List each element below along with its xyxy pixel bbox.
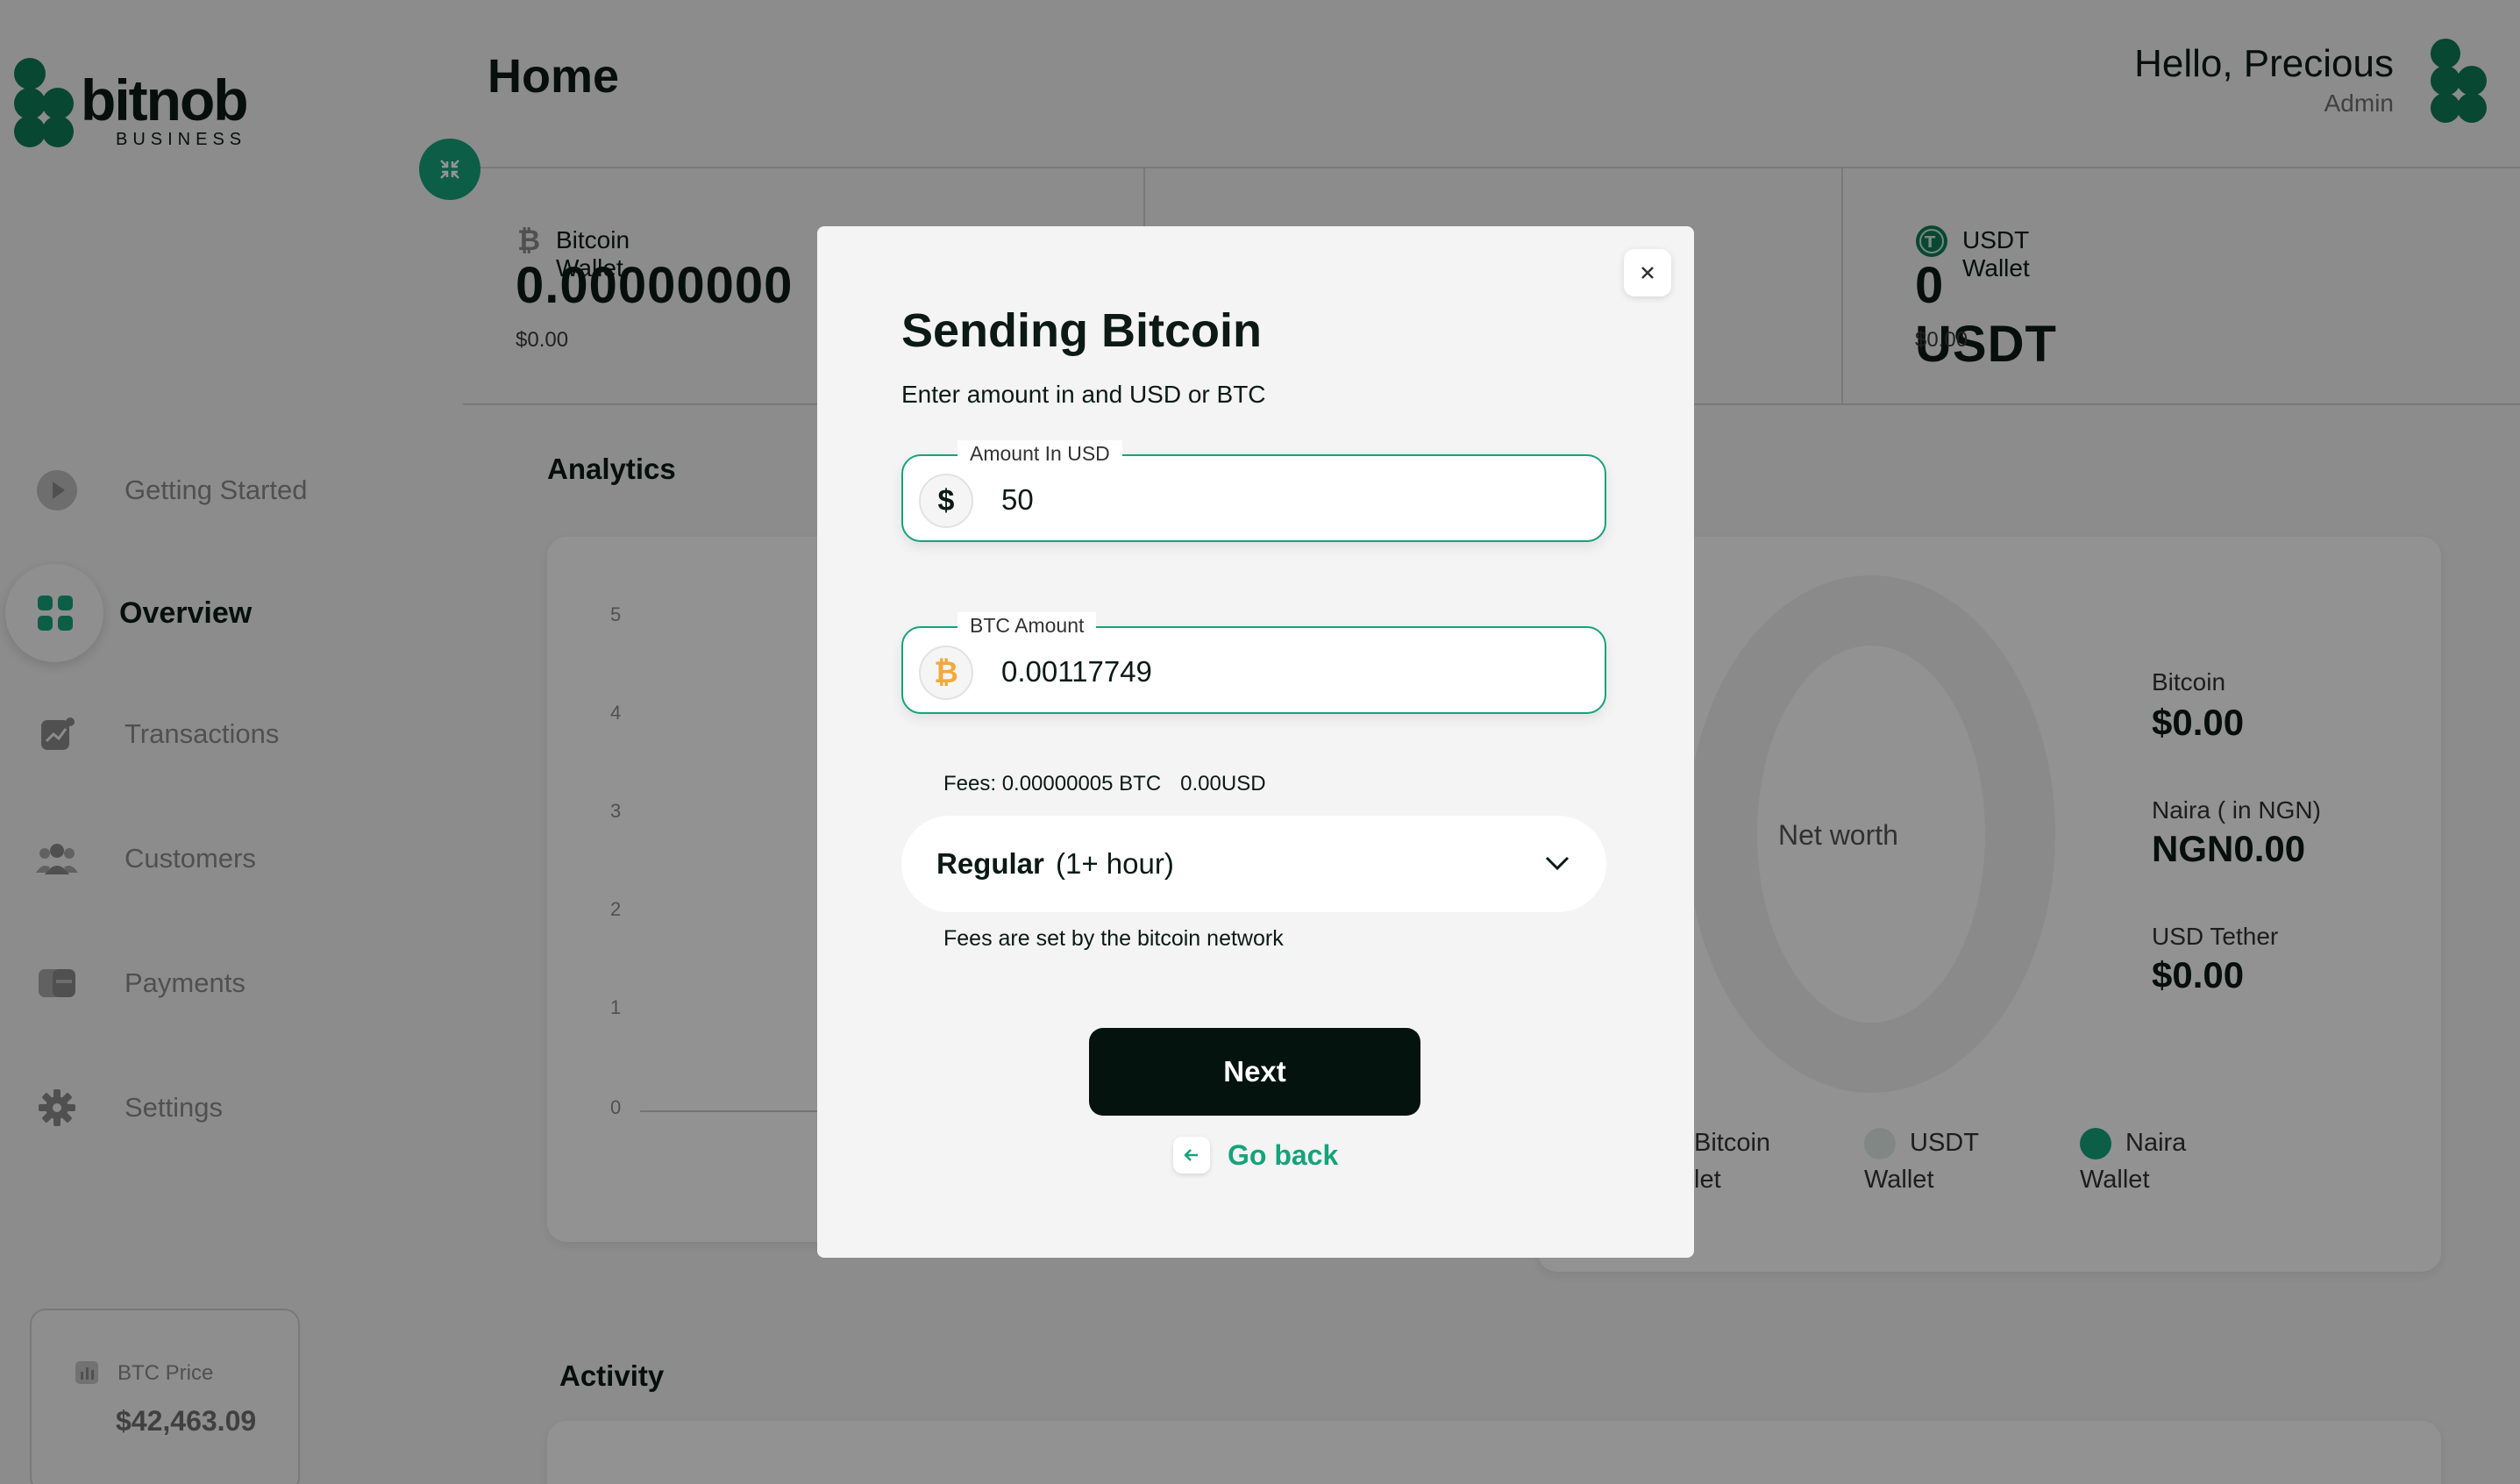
fees-line: Fees: 0.00000005 BTC 0.00USD (943, 772, 1285, 796)
close-icon (1641, 267, 1654, 279)
close-button[interactable] (1624, 249, 1671, 296)
field-legend: Amount In USD (957, 440, 1122, 467)
modal-title: Sending Bitcoin (901, 304, 1262, 357)
next-button[interactable]: Next (1089, 1028, 1420, 1116)
btc-amount-field[interactable]: BTC Amount ₿ (901, 612, 1606, 714)
send-bitcoin-modal: Sending Bitcoin Enter amount in and USD … (817, 226, 1694, 1258)
go-back-label: Go back (1228, 1138, 1339, 1171)
usd-amount-input[interactable] (1001, 477, 1580, 523)
bitcoin-icon: ₿ (919, 646, 973, 700)
speed-eta: (1+ hour) (1056, 847, 1174, 880)
field-legend: BTC Amount (957, 612, 1097, 639)
dollar-icon: $ (919, 474, 973, 528)
speed-label: Regular (936, 847, 1044, 880)
go-back-link[interactable]: Go back (1173, 1133, 1338, 1177)
fee-speed-select[interactable]: Regular (1+ hour) (901, 816, 1606, 912)
btc-amount-input[interactable] (1001, 649, 1580, 695)
usd-amount-field[interactable]: Amount In USD $ (901, 440, 1606, 542)
fees-note: Fees are set by the bitcoin network (943, 926, 1284, 951)
arrow-left-icon (1173, 1137, 1210, 1174)
modal-subtitle: Enter amount in and USD or BTC (901, 381, 1266, 408)
fees-btc: Fees: 0.00000005 BTC (943, 772, 1162, 796)
fees-usd: 0.00USD (1180, 772, 1266, 796)
chevron-down-icon (1545, 856, 1570, 871)
